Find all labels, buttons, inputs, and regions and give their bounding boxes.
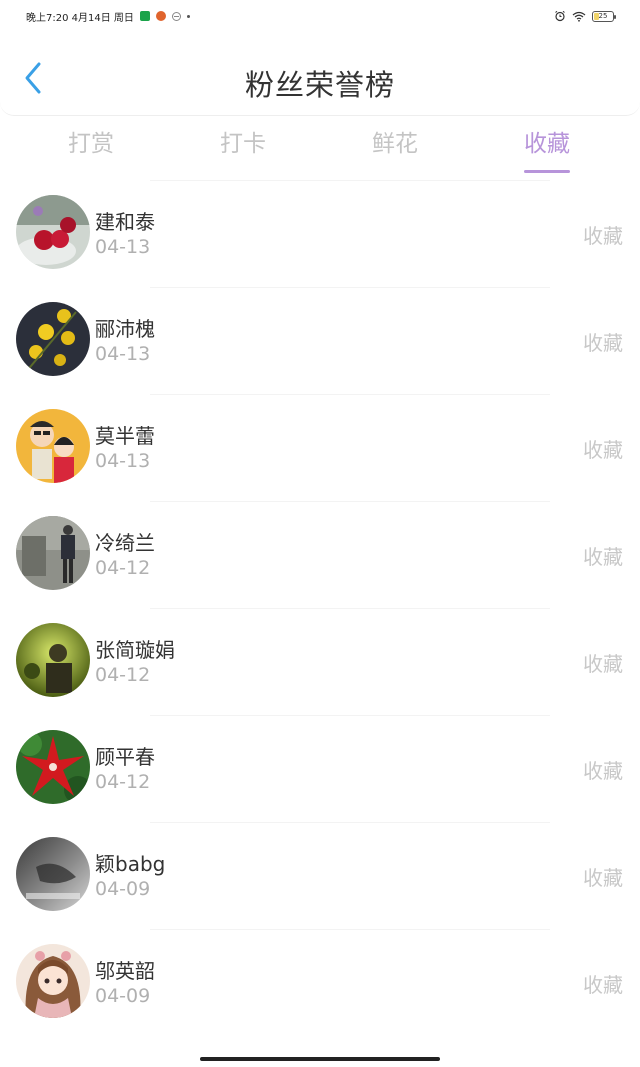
row-divider <box>150 929 550 930</box>
tab-flowers[interactable]: 鲜花 <box>350 124 440 158</box>
home-indicator[interactable] <box>200 1057 440 1061</box>
favorite-action[interactable]: 收藏 <box>583 969 623 998</box>
status-bar-right: 25 <box>554 10 616 22</box>
avatar[interactable] <box>16 195 90 269</box>
tab-checkin[interactable]: 打卡 <box>198 124 288 158</box>
avatar[interactable] <box>16 944 90 1018</box>
favorite-action[interactable]: 收藏 <box>583 327 623 356</box>
fan-name: 冷绮兰 <box>95 531 155 555</box>
avatar-monochrome-image <box>16 837 90 911</box>
status-bar-left: 晚上7:20 4月14日 周日 <box>26 9 190 24</box>
tab-reward[interactable]: 打赏 <box>46 124 136 158</box>
favorite-action[interactable]: 收藏 <box>583 434 623 463</box>
fan-date: 04-13 <box>95 236 151 258</box>
list-item[interactable]: 顾平春 04-12 收藏 <box>0 715 640 822</box>
avatar[interactable] <box>16 516 90 590</box>
app-icon <box>139 11 150 21</box>
fan-name: 建和泰 <box>95 210 155 234</box>
row-divider <box>150 287 550 288</box>
pumpkin-icon <box>155 11 166 21</box>
fan-date: 04-09 <box>95 878 151 900</box>
tab-favorites-label: 收藏 <box>524 131 570 157</box>
avatar-red-star-flower-image <box>16 730 90 804</box>
tab-flowers-label: 鲜花 <box>372 131 418 157</box>
avatar-yellow-flowers-image <box>16 302 90 376</box>
do-not-disturb-icon <box>171 11 181 21</box>
fan-name: 张简璇娟 <box>95 638 175 662</box>
tab-favorites[interactable]: 收藏 <box>502 124 592 173</box>
status-bar: 晚上7:20 4月14日 周日 25 <box>0 0 640 32</box>
favorite-action[interactable]: 收藏 <box>583 862 623 891</box>
fan-name: 颖babg <box>95 852 166 876</box>
avatar-person-standing-image <box>16 516 90 590</box>
row-divider <box>150 822 550 823</box>
status-time: 晚上7:20 4月14日 周日 <box>26 12 134 24</box>
list-item[interactable]: 郦沛槐 04-13 收藏 <box>0 287 640 394</box>
wifi-icon <box>572 11 586 22</box>
page-title: 粉丝荣誉榜 <box>244 68 395 102</box>
fan-date: 04-12 <box>95 557 151 579</box>
fan-name: 邬英韶 <box>95 959 155 983</box>
favorite-action[interactable]: 收藏 <box>583 541 623 570</box>
tab-reward-label: 打赏 <box>68 131 114 157</box>
fan-date: 04-13 <box>95 343 151 365</box>
row-divider <box>150 394 550 395</box>
fan-date: 04-12 <box>95 664 151 686</box>
row-divider <box>150 608 550 609</box>
list-item[interactable]: 邬英韶 04-09 收藏 <box>0 929 640 1036</box>
list-item[interactable]: 莫半蕾 04-13 收藏 <box>0 394 640 501</box>
row-divider <box>150 180 550 181</box>
list-item[interactable]: 张简璇娟 04-12 收藏 <box>0 608 640 715</box>
list-item[interactable]: 颖babg 04-09 收藏 <box>0 822 640 929</box>
row-divider <box>150 501 550 502</box>
avatar[interactable] <box>16 837 90 911</box>
favorite-action[interactable]: 收藏 <box>583 220 623 249</box>
avatar-green-portrait-image <box>16 623 90 697</box>
favorite-action[interactable]: 收藏 <box>583 648 623 677</box>
avatar[interactable] <box>16 409 90 483</box>
fan-name: 顾平春 <box>95 745 155 769</box>
tab-checkin-label: 打卡 <box>220 131 266 157</box>
tab-bar: 打赏 打卡 鲜花 收藏 <box>0 116 640 173</box>
tab-active-indicator <box>524 170 570 173</box>
avatar[interactable] <box>16 302 90 376</box>
avatar[interactable] <box>16 730 90 804</box>
fan-date: 04-09 <box>95 985 151 1007</box>
favorite-action[interactable]: 收藏 <box>583 755 623 784</box>
dot-icon <box>186 14 190 18</box>
list-item[interactable]: 建和泰 04-13 收藏 <box>0 180 640 287</box>
header: 粉丝荣誉榜 <box>0 32 640 116</box>
avatar-anime-girl-image <box>16 944 90 1018</box>
fans-honor-page: 晚上7:20 4月14日 周日 25 粉丝荣誉榜 打赏 打卡 鲜花 收藏 建和泰… <box>0 0 640 1067</box>
battery-level: 25 <box>598 12 608 20</box>
fan-name: 莫半蕾 <box>95 424 155 448</box>
fan-name: 郦沛槐 <box>95 317 155 341</box>
alarm-icon <box>555 10 565 22</box>
avatar-flowers-image <box>16 195 90 269</box>
battery-icon: 25 <box>592 10 616 22</box>
avatar[interactable] <box>16 623 90 697</box>
row-divider <box>150 715 550 716</box>
fan-date: 04-13 <box>95 450 151 472</box>
avatar-cartoon-couple-image <box>16 409 90 483</box>
list-item[interactable]: 冷绮兰 04-12 收藏 <box>0 501 640 608</box>
fan-date: 04-12 <box>95 771 151 793</box>
